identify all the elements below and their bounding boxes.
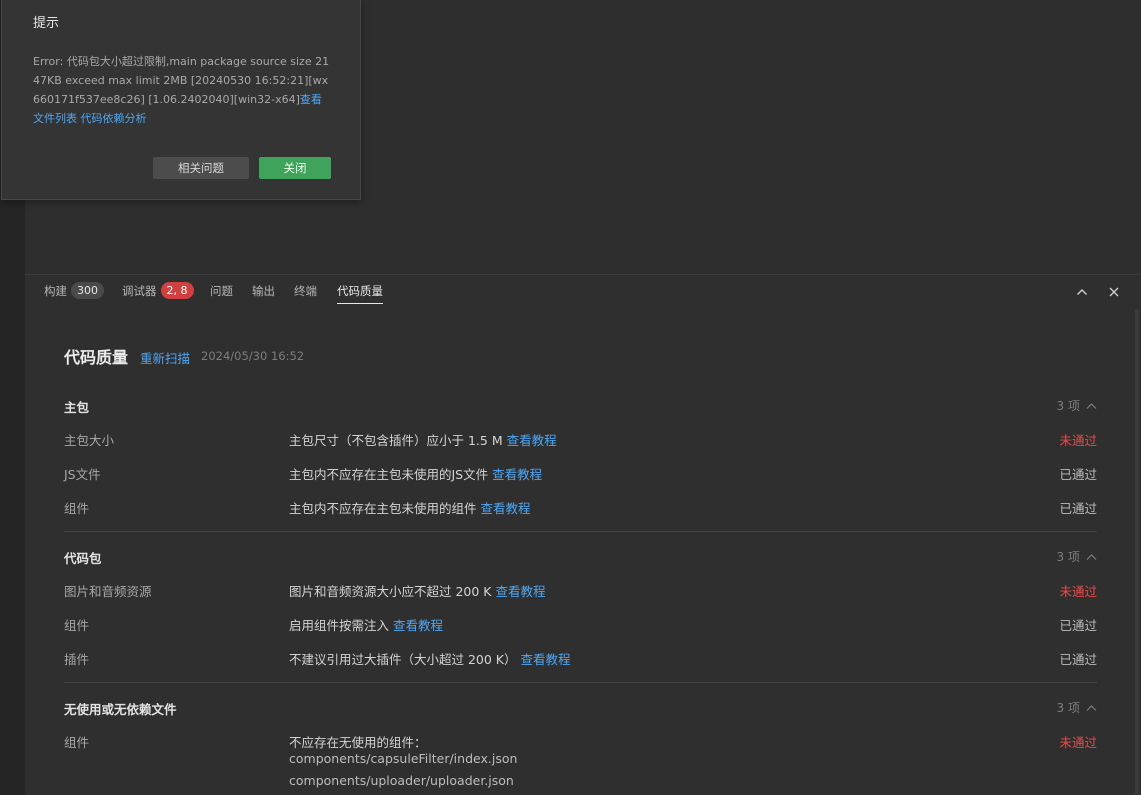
view-tutorial-link[interactable]: 查看教程	[496, 584, 546, 599]
section-count: 3 项	[1056, 550, 1080, 564]
chevron-up-icon[interactable]	[1074, 284, 1090, 300]
bottom-panel: 构建 300 调试器 2, 8 问题 输出 终端 代码质量 代码质量 重新扫描 …	[25, 274, 1141, 795]
dialog-title: 提示	[33, 16, 60, 31]
close-icon[interactable]	[1106, 284, 1122, 300]
status-badge: 未通过	[1059, 584, 1097, 599]
error-dialog: 提示 Error: 代码包大小超过限制,main package source …	[1, 0, 361, 200]
check-description-text: 主包尺寸（不包含插件）应小于 1.5 M	[289, 433, 503, 448]
scan-timestamp: 2024/05/30 16:52	[201, 349, 305, 363]
check-name: 组件	[64, 735, 90, 750]
section-count: 3 项	[1056, 701, 1080, 715]
check-description-text: 主包内不应存在主包未使用的JS文件	[289, 467, 489, 482]
section-toggle-main-package[interactable]: 3 项	[1057, 397, 1097, 414]
panel-scrollbar[interactable]	[1135, 309, 1139, 795]
check-description-text: 不建议引用过大插件（大小超过 200 K）	[289, 652, 517, 667]
view-tutorial-link[interactable]: 查看教程	[393, 618, 443, 633]
check-description-text: 图片和音频资源大小应不超过 200 K	[289, 584, 492, 599]
tab-problems[interactable]: 问题	[210, 282, 233, 304]
debugger-count-badge: 2, 8	[160, 282, 194, 299]
build-count-badge: 300	[71, 282, 104, 299]
check-name: 组件	[64, 618, 90, 633]
check-name: 插件	[64, 652, 90, 667]
view-tutorial-link[interactable]: 查看教程	[521, 652, 571, 667]
check-name: JS文件	[64, 467, 101, 482]
tab-terminal-label: 终端	[294, 284, 317, 298]
status-badge: 已通过	[1059, 652, 1097, 667]
section-toggle-code-package[interactable]: 3 项	[1057, 548, 1097, 565]
unused-file-path[interactable]: components/uploader/uploader.json	[289, 773, 514, 788]
section-toggle-unused-files[interactable]: 3 项	[1057, 699, 1097, 716]
check-description: 主包内不应存在主包未使用的JS文件 查看教程	[289, 464, 542, 483]
chevron-up-icon	[1086, 399, 1097, 413]
tab-problems-label: 问题	[210, 284, 233, 298]
unused-file-path[interactable]: components/capsuleFilter/index.json	[289, 751, 517, 766]
tab-build[interactable]: 构建 300	[44, 282, 104, 304]
chevron-up-icon	[1086, 701, 1097, 715]
section-title-unused-files: 无使用或无依赖文件	[64, 702, 177, 717]
view-tutorial-link[interactable]: 查看教程	[481, 501, 531, 516]
tab-code-quality[interactable]: 代码质量	[337, 282, 383, 304]
chevron-up-icon	[1086, 550, 1097, 564]
check-name: 组件	[64, 501, 90, 516]
check-name: 主包大小	[64, 433, 115, 448]
status-badge: 已通过	[1059, 501, 1097, 516]
tab-debugger-label: 调试器	[122, 284, 157, 298]
rescan-link[interactable]: 重新扫描	[140, 348, 190, 367]
dialog-message: Error: 代码包大小超过限制,main package source siz…	[33, 52, 331, 128]
check-description: 启用组件按需注入 查看教程	[289, 615, 443, 634]
check-name: 图片和音频资源	[64, 584, 152, 599]
panel-tab-bar: 构建 300 调试器 2, 8 问题 输出 终端 代码质量	[25, 275, 1141, 307]
close-dialog-button[interactable]: 关闭	[259, 157, 331, 179]
dependency-analysis-link[interactable]: 代码依赖分析	[81, 112, 147, 125]
section-title-main-package: 主包	[64, 400, 90, 415]
related-issues-button[interactable]: 相关问题	[153, 157, 249, 179]
view-tutorial-link[interactable]: 查看教程	[492, 467, 542, 482]
check-description-text: 启用组件按需注入	[289, 618, 390, 633]
section-divider	[64, 531, 1097, 532]
section-title-code-package: 代码包	[64, 551, 102, 566]
app-window: 提示 Error: 代码包大小超过限制,main package source …	[0, 0, 1141, 795]
tab-terminal[interactable]: 终端	[294, 282, 317, 304]
check-description: 主包尺寸（不包含插件）应小于 1.5 M 查看教程	[289, 430, 557, 449]
page-title: 代码质量	[64, 348, 129, 367]
check-description-text: 主包内不应存在主包未使用的组件	[289, 501, 477, 516]
tab-output-label: 输出	[252, 284, 275, 298]
status-badge: 已通过	[1059, 467, 1097, 482]
tab-output[interactable]: 输出	[252, 282, 275, 304]
section-divider	[64, 682, 1097, 683]
status-badge: 已通过	[1059, 618, 1097, 633]
status-badge: 未通过	[1059, 433, 1097, 448]
check-description: 图片和音频资源大小应不超过 200 K 查看教程	[289, 581, 546, 600]
tab-debugger[interactable]: 调试器 2, 8	[122, 282, 194, 304]
check-description: 不应存在无使用的组件：	[289, 735, 427, 750]
tab-code-quality-label: 代码质量	[337, 284, 383, 298]
view-tutorial-link[interactable]: 查看教程	[507, 433, 557, 448]
status-badge: 未通过	[1059, 735, 1097, 750]
section-count: 3 项	[1056, 399, 1080, 413]
tab-build-label: 构建	[44, 284, 67, 298]
check-description: 主包内不应存在主包未使用的组件 查看教程	[289, 498, 531, 517]
dialog-error-text: Error: 代码包大小超过限制,main package source siz…	[33, 55, 330, 106]
check-description: 不建议引用过大插件（大小超过 200 K） 查看教程	[289, 649, 571, 668]
